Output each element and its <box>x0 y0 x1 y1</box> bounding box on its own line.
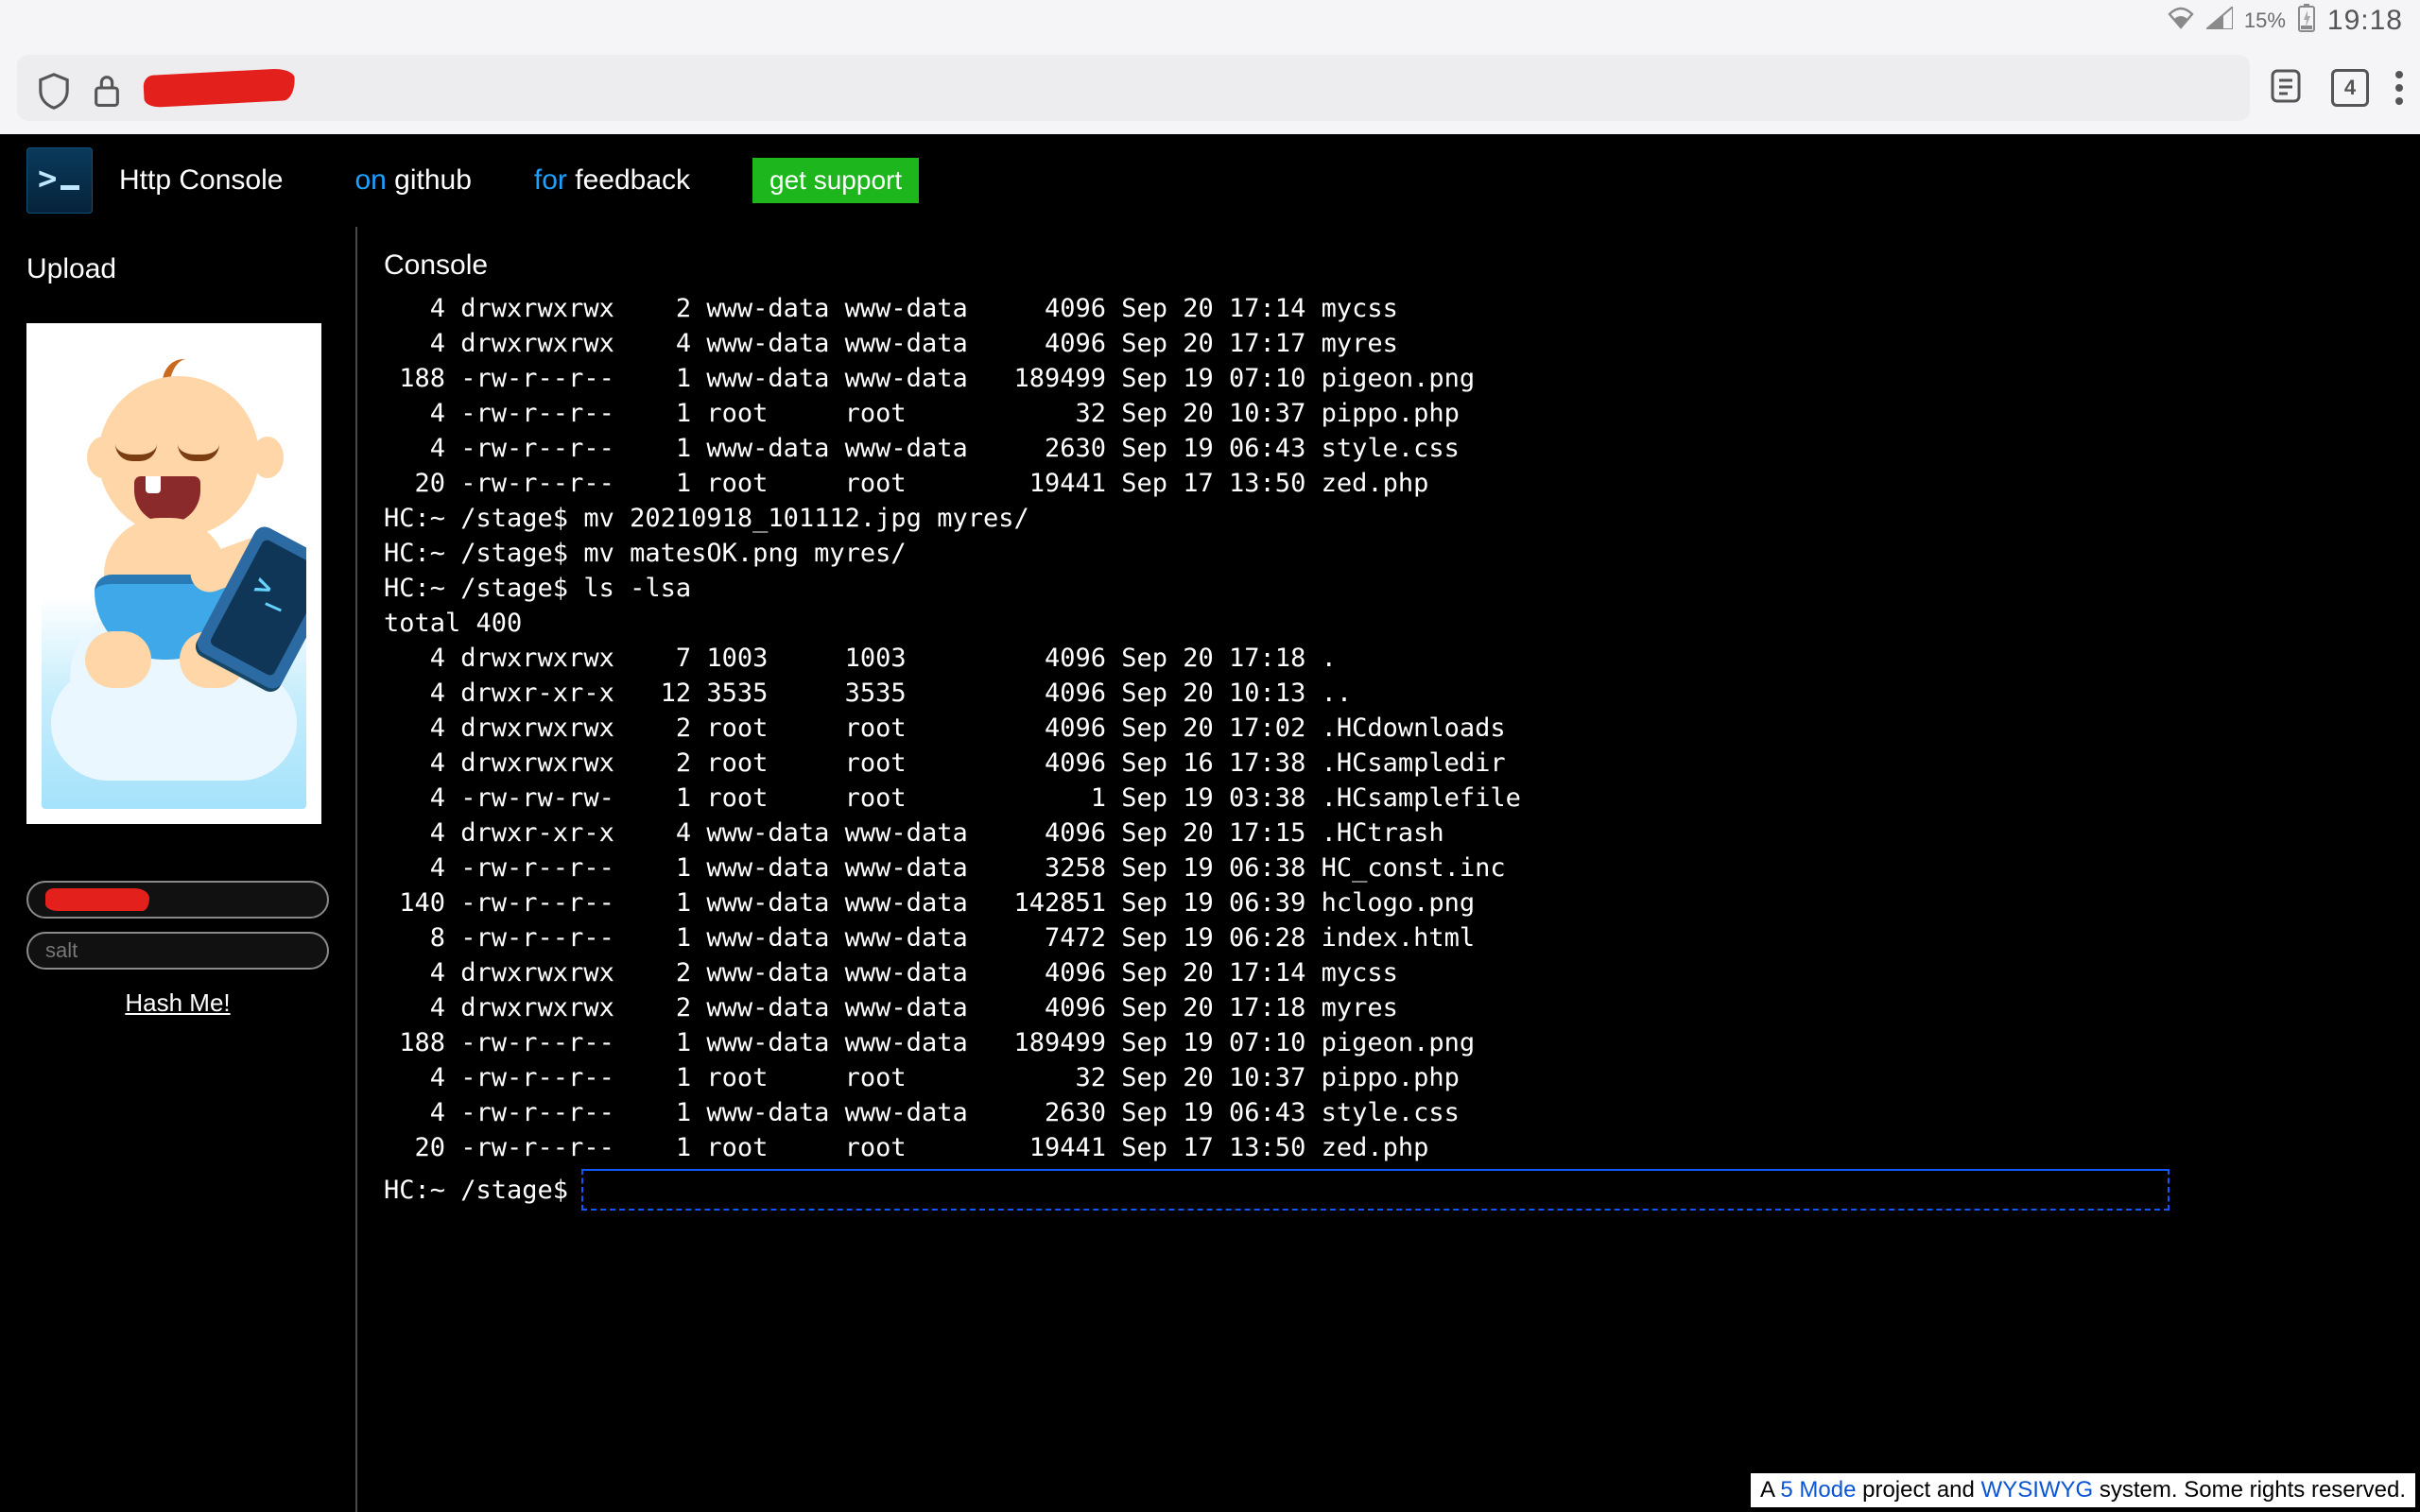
battery-icon <box>2297 3 2316 40</box>
tab-count-button[interactable]: 4 <box>2331 69 2369 107</box>
tab-count-value: 4 <box>2344 76 2356 100</box>
footer-link-5mode[interactable]: 5 Mode <box>1780 1477 1856 1503</box>
upload-heading: Upload <box>26 253 329 285</box>
feedback-link[interactable]: for feedback <box>534 164 690 197</box>
url-field[interactable] <box>17 55 2250 121</box>
console-input[interactable] <box>581 1169 2169 1211</box>
lock-icon <box>91 72 123 104</box>
reader-mode-icon[interactable] <box>2267 67 2305 110</box>
android-status-bar: 15% 19:18 <box>0 0 2420 42</box>
github-link[interactable]: on github <box>354 164 471 197</box>
app-logo-icon[interactable]: > <box>26 147 93 214</box>
wifi-icon <box>2167 7 2195 36</box>
app-title: Http Console <box>119 164 283 197</box>
app-header: > Http Console on github for feedback ge… <box>0 134 2420 227</box>
get-support-button[interactable]: get support <box>752 158 919 203</box>
console-prompt: HC:~ /stage$ <box>384 1176 568 1205</box>
console-output: 4 drwxrwxrwx 2 www-data www-data 4096 Se… <box>384 291 2384 1165</box>
console-pane: Console 4 drwxrwxrwx 2 www-data www-data… <box>357 227 2420 1512</box>
status-clock: 19:18 <box>2327 5 2403 37</box>
tracking-shield-icon[interactable] <box>38 72 70 104</box>
overflow-menu-icon[interactable] <box>2395 71 2403 105</box>
salt-input[interactable]: salt <box>26 932 329 970</box>
svg-text:>: > <box>38 160 57 198</box>
url-text-redacted <box>143 68 296 108</box>
footer-link-wysiwyg[interactable]: WYSIWYG <box>1981 1477 2094 1503</box>
battery-percent: 15% <box>2244 9 2286 33</box>
password-input[interactable] <box>26 881 329 919</box>
browser-toolbar: 4 <box>0 42 2420 134</box>
upload-illustration[interactable] <box>26 323 321 824</box>
console-heading: Console <box>384 249 2384 282</box>
footer-credit: A 5 Mode project and WYSIWYG system. Som… <box>1750 1472 2416 1508</box>
hash-me-link[interactable]: Hash Me! <box>26 988 329 1018</box>
sidebar: Upload <box>0 227 357 1512</box>
cell-signal-icon <box>2206 7 2233 36</box>
